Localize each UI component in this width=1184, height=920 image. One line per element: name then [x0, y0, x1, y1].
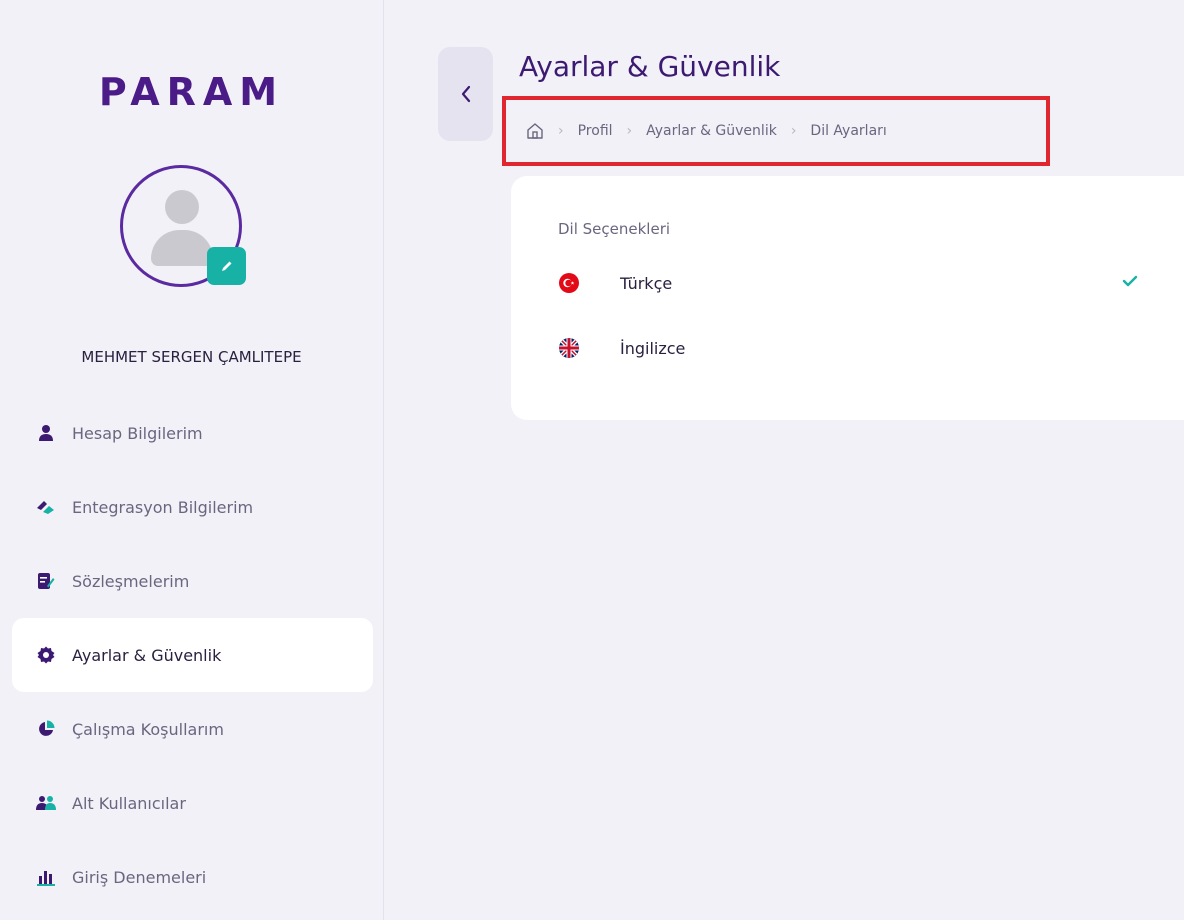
integration-icon — [36, 497, 56, 517]
user-icon — [36, 423, 56, 443]
turkey-flag-icon — [558, 272, 580, 294]
pie-chart-icon — [36, 719, 56, 739]
checkmark-icon — [1122, 273, 1138, 292]
back-button[interactable] — [438, 47, 493, 141]
bar-chart-icon — [36, 867, 56, 887]
language-option-label: Türkçe — [620, 273, 673, 293]
chevron-left-icon — [461, 85, 470, 103]
sidebar: PARAM MEHMET SERGEN ÇAMLITEPE Hesap Bilg… — [0, 0, 384, 920]
sidebar-item-calisma-kosullarim[interactable]: Çalışma Koşullarım — [12, 692, 373, 766]
sidebar-item-giris-denemeleri[interactable]: Giriş Denemeleri — [12, 840, 373, 914]
sidebar-item-label: Giriş Denemeleri — [72, 867, 207, 887]
sidebar-item-alt-kullanicilar[interactable]: Alt Kullanıcılar — [12, 766, 373, 840]
sidebar-item-label: Sözleşmelerim — [72, 571, 190, 591]
sidebar-item-sozlesmelerim[interactable]: Sözleşmelerim — [12, 544, 373, 618]
language-option-turkce[interactable]: Türkçe — [558, 263, 1148, 303]
language-section-title: Dil Seçenekleri — [558, 220, 671, 238]
uk-flag-icon — [558, 337, 580, 359]
page-title: Ayarlar & Güvenlik — [519, 50, 781, 83]
avatar-head — [165, 190, 199, 224]
home-icon[interactable] — [526, 122, 544, 140]
avatar-body — [151, 230, 213, 266]
breadcrumb-separator: › — [790, 123, 797, 139]
edit-avatar-button[interactable] — [207, 247, 246, 285]
sidebar-item-label: Ayarlar & Güvenlik — [72, 645, 222, 665]
breadcrumb-item-ayarlar-guvenlik[interactable]: Ayarlar & Güvenlik — [646, 123, 777, 139]
sidebar-item-entegrasyon-bilgilerim[interactable]: Entegrasyon Bilgilerim — [12, 470, 373, 544]
sidebar-item-hesap-bilgilerim[interactable]: Hesap Bilgilerim — [12, 396, 373, 470]
breadcrumb-separator: › — [626, 123, 633, 139]
gear-icon — [36, 645, 56, 665]
language-option-ingilizce[interactable]: İngilizce — [558, 328, 1148, 368]
sidebar-item-label: Alt Kullanıcılar — [72, 793, 186, 813]
sidebar-item-ayarlar-guvenlik[interactable]: Ayarlar & Güvenlik — [12, 618, 373, 692]
user-name: MEHMET SERGEN ÇAMLITEPE — [81, 348, 302, 366]
users-icon — [36, 793, 56, 813]
sidebar-item-label: Çalışma Koşullarım — [72, 719, 224, 739]
param-logo: PARAM — [98, 70, 285, 114]
contract-icon — [36, 571, 56, 591]
breadcrumb-item-dil-ayarlari: Dil Ayarları — [810, 123, 887, 139]
breadcrumb-item-profil[interactable]: Profil — [578, 123, 613, 139]
language-option-label: İngilizce — [620, 338, 686, 358]
sidebar-item-label: Hesap Bilgilerim — [72, 423, 203, 443]
sidebar-menu: Hesap Bilgilerim Entegrasyon Bilgilerim … — [12, 396, 373, 914]
language-settings-card: Dil Seçenekleri Türkçe İngilizce — [511, 176, 1184, 420]
sidebar-item-label: Entegrasyon Bilgilerim — [72, 497, 254, 517]
breadcrumb: › Profil › Ayarlar & Güvenlik › Dil Ayar… — [502, 96, 1050, 166]
breadcrumb-separator: › — [558, 123, 564, 139]
pencil-icon — [221, 261, 231, 271]
